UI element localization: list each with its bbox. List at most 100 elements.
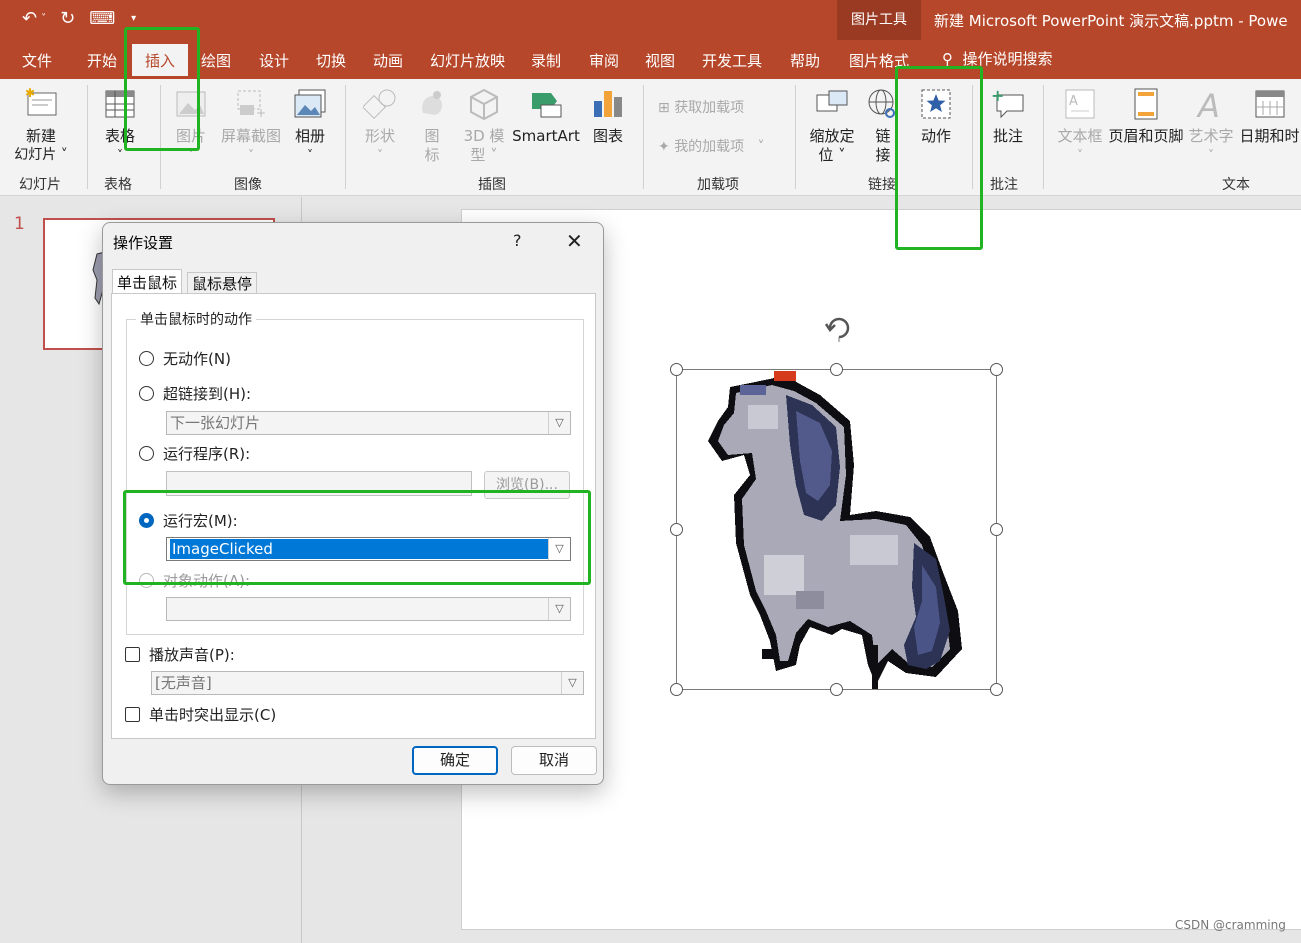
chevron-down-icon[interactable]: ▽: [561, 672, 583, 694]
my-addins-button[interactable]: ✦ 我的加载项 ˅: [658, 136, 765, 156]
play-sound-checkbox[interactable]: [125, 647, 140, 662]
chart-button[interactable]: 图表: [590, 87, 626, 146]
tell-me-search[interactable]: ⚲ 操作说明搜索: [942, 48, 1053, 69]
rotate-handle-icon[interactable]: [822, 312, 856, 342]
zoom-icon: [816, 90, 848, 112]
present-icon[interactable]: ⌨: [89, 6, 115, 32]
link-button[interactable]: 链 接: [864, 87, 902, 165]
shapes-label: 形状: [364, 127, 395, 145]
tab-file[interactable]: 文件: [22, 50, 52, 71]
resize-handle-right[interactable]: [990, 523, 1003, 536]
hyperlink-label: 超链接到(H):: [163, 385, 252, 403]
tab-picture-format[interactable]: 图片格式: [849, 50, 909, 71]
action-on-click-label: 单击鼠标时的动作: [136, 309, 256, 329]
undo-dropdown-icon[interactable]: ˅: [41, 6, 46, 32]
object-action-select[interactable]: ▽: [166, 597, 571, 621]
resize-handle-top[interactable]: [830, 363, 843, 376]
help-button[interactable]: ?: [513, 231, 522, 250]
play-sound-option[interactable]: 播放声音(P):: [125, 644, 235, 665]
textbox-button[interactable]: A 文本框 ˅: [1055, 87, 1105, 165]
svg-text:+: +: [256, 106, 266, 120]
highlight-click-checkbox[interactable]: [125, 707, 140, 722]
quick-access-toolbar: ↶ ˅ ↻ ⌨ ▾: [22, 6, 136, 32]
run-macro-option[interactable]: 运行宏(M):: [139, 510, 238, 531]
program-path-input[interactable]: [166, 471, 472, 496]
photo-album-dropdown: ˅: [307, 148, 313, 162]
tab-review[interactable]: 审阅: [589, 50, 619, 71]
chevron-down-icon[interactable]: ▽: [548, 598, 570, 620]
addin-grid-icon: ⊞: [658, 100, 670, 116]
tab-design[interactable]: 设计: [259, 50, 289, 71]
tab-view[interactable]: 视图: [645, 50, 675, 71]
chevron-down-icon[interactable]: ▽: [548, 412, 570, 434]
tab-draw[interactable]: 绘图: [201, 50, 231, 71]
comment-button[interactable]: + 批注: [986, 87, 1030, 146]
browse-button[interactable]: 浏览(B)...: [484, 471, 570, 499]
tab-slideshow[interactable]: 幻灯片放映: [430, 50, 505, 71]
date-time-label: 日期和时: [1239, 127, 1300, 145]
zoom-button[interactable]: 缩放定 位 ˅: [806, 87, 858, 165]
document-title: 新建 Microsoft PowerPoint 演示文稿.pptm - Powe: [934, 12, 1288, 30]
cube-icon: [470, 88, 498, 121]
resize-handle-bottom[interactable]: [830, 683, 843, 696]
textbox-label: 文本框: [1057, 127, 1103, 145]
3d-model-button[interactable]: 3D 模 型 ˅: [461, 87, 507, 165]
run-macro-radio[interactable]: [139, 513, 154, 528]
tab-insert[interactable]: 插入: [132, 44, 189, 79]
tell-me-label: 操作说明搜索: [962, 50, 1053, 68]
hyperlink-radio[interactable]: [139, 386, 154, 401]
get-addins-button[interactable]: ⊞ 获取加载项: [658, 97, 744, 117]
sound-select[interactable]: [无声音] ▽: [151, 671, 584, 695]
object-action-option[interactable]: 对象动作(A):: [139, 570, 250, 591]
tab-mouse-click[interactable]: 单击鼠标: [112, 269, 183, 294]
macro-select[interactable]: ImageClicked ▽: [166, 537, 571, 561]
new-slide-button[interactable]: ✱ 新建 幻灯片 ˅: [10, 87, 72, 165]
smartart-button[interactable]: SmartArt: [512, 87, 580, 146]
resize-handle-top-left[interactable]: [670, 363, 683, 376]
undo-icon[interactable]: ↶: [22, 6, 37, 32]
icons-button[interactable]: 图 标: [414, 87, 450, 165]
header-footer-button[interactable]: 页眉和页脚: [1106, 87, 1186, 146]
picture-button[interactable]: 图片 ˅: [172, 87, 210, 165]
close-icon[interactable]: ✕: [566, 229, 583, 253]
resize-handle-bottom-left[interactable]: [670, 683, 683, 696]
customize-qat-icon[interactable]: ▾: [131, 6, 136, 32]
action-button[interactable]: 动作: [913, 87, 959, 146]
shapes-button[interactable]: 形状 ˅: [358, 87, 402, 165]
highlight-click-option[interactable]: 单击时突出显示(C): [125, 704, 276, 725]
hyperlink-option[interactable]: 超链接到(H):: [139, 383, 251, 404]
date-time-button[interactable]: 日期和时: [1238, 87, 1301, 146]
none-option[interactable]: 无动作(N): [139, 348, 231, 369]
group-separator: [345, 85, 346, 189]
tab-transitions[interactable]: 切换: [316, 50, 346, 71]
zoom-label-1: 缩放定: [809, 127, 855, 145]
picture-tools-label: 图片工具: [851, 12, 907, 28]
resize-handle-left[interactable]: [670, 523, 683, 536]
tab-home[interactable]: 开始: [87, 50, 117, 71]
run-program-option[interactable]: 运行程序(R):: [139, 443, 250, 464]
screenshot-button[interactable]: + 屏幕截图 ˅: [218, 87, 284, 165]
header-footer-icon: [1134, 88, 1158, 120]
object-action-radio[interactable]: [139, 573, 154, 588]
tab-animations[interactable]: 动画: [373, 50, 403, 71]
photo-album-button[interactable]: 相册 ˅: [288, 87, 332, 165]
tab-help[interactable]: 帮助: [790, 50, 820, 71]
group-links-label: 链接: [868, 177, 896, 193]
tab-developer[interactable]: 开发工具: [702, 50, 762, 71]
none-radio[interactable]: [139, 351, 154, 366]
cancel-button[interactable]: 取消: [511, 746, 597, 775]
chart-label: 图表: [592, 127, 623, 145]
chevron-down-icon[interactable]: ▽: [548, 538, 570, 560]
wordart-button[interactable]: A 艺术字 ˅: [1188, 87, 1234, 165]
hyperlink-select[interactable]: 下一张幻灯片 ▽: [166, 411, 571, 435]
resize-handle-bottom-right[interactable]: [990, 683, 1003, 696]
run-program-radio[interactable]: [139, 446, 154, 461]
table-button[interactable]: 表格 ˅: [98, 87, 142, 165]
redo-icon[interactable]: ↻: [60, 6, 75, 32]
ribbon: ✱ 新建 幻灯片 ˅ 幻灯片 表格 ˅ 表格 图片 ˅ + 屏幕截图 ˅ 相册 …: [0, 79, 1301, 196]
tab-mouse-over[interactable]: 鼠标悬停: [187, 272, 258, 294]
ok-button[interactable]: 确定: [412, 746, 498, 775]
group-separator: [643, 85, 644, 189]
resize-handle-top-right[interactable]: [990, 363, 1003, 376]
tab-record[interactable]: 录制: [531, 50, 561, 71]
